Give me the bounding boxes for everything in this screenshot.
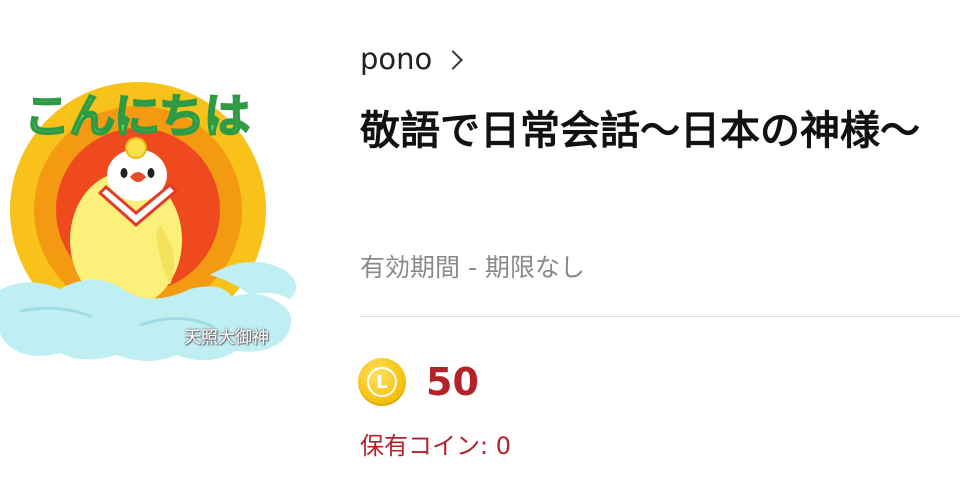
divider [360,316,960,317]
price-row: L 50 [358,358,479,406]
deity-caption: 天照大御神 [184,328,269,348]
owned-coins: 保有コイン: 0 [360,432,511,460]
chevron-right-icon [443,50,464,70]
author-link[interactable]: pono [360,42,464,76]
sticker-product-page: こんにちは 天照大御神 pono 敬語で日常会話〜日本の神様〜 有効期間 - 期… [0,0,960,503]
line-coin-icon: L [358,358,406,406]
greeting-text: こんにちは [23,88,251,144]
coin-letter: L [367,367,397,397]
author-name: pono [360,42,433,76]
price-value: 50 [426,360,479,404]
sticker-title: 敬語で日常会話〜日本の神様〜 [360,108,920,154]
validity-period: 有効期間 - 期限なし [360,253,585,282]
